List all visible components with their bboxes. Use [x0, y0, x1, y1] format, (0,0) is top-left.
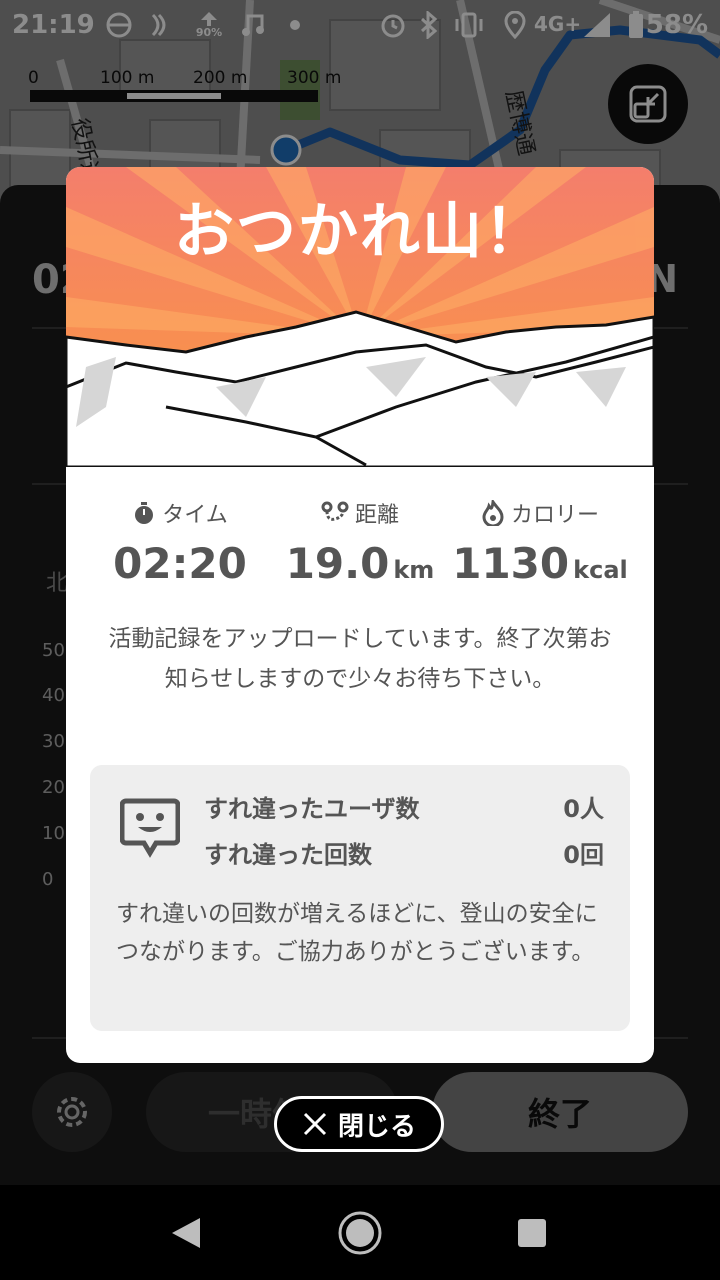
- passed-count-value: 0回: [563, 841, 604, 869]
- stat-time-label: タイム: [162, 503, 228, 528]
- passing-info-box: すれ違ったユーザ数 0人 すれ違った回数 0回 すれ違いの回数が増えるほどに、登…: [90, 765, 630, 1031]
- upload-message: 活動記録をアップロードしています。終了次第お知らせしますので少々お待ち下さい。: [108, 626, 612, 692]
- dialog-title: おつかれ山！: [174, 197, 546, 267]
- stat-calories-unit: kcal: [573, 556, 628, 584]
- passing-note: すれ違いの回数が増えるほどに、登山の安全につながります。ご協力ありがとうございま…: [116, 901, 598, 965]
- passed-users-label: すれ違ったユーザ数: [204, 795, 420, 823]
- recents-button[interactable]: [504, 1205, 560, 1261]
- summary-dialog: おつかれ山！ タイム 02:20 距離 19.0 km カロリー 1130 kcal…: [66, 167, 654, 1063]
- home-icon: [338, 1211, 382, 1255]
- recents-icon: [518, 1219, 546, 1247]
- stat-time-value: 02:20: [113, 539, 247, 588]
- passed-count-row: すれ違った回数 0回: [204, 835, 604, 870]
- route-icon: [321, 501, 349, 521]
- stat-calories: カロリー 1130 kcal: [440, 497, 640, 588]
- navigation-bar: [0, 1185, 720, 1280]
- passed-count-label: すれ違った回数: [204, 841, 372, 869]
- back-button[interactable]: [158, 1205, 214, 1261]
- close-button-label: 閉じる: [337, 1111, 416, 1142]
- home-button[interactable]: [332, 1205, 388, 1261]
- passed-users-row: すれ違ったユーザ数 0人: [204, 789, 604, 824]
- hero-illustration: おつかれ山！: [66, 167, 654, 467]
- stats-row: タイム 02:20 距離 19.0 km カロリー 1130 kcal: [66, 497, 654, 597]
- close-button[interactable]: 閉じる: [274, 1096, 444, 1152]
- stat-distance-unit: km: [393, 556, 435, 584]
- back-icon: [172, 1218, 200, 1248]
- stat-time: タイム 02:20: [80, 497, 280, 588]
- close-icon: [303, 1112, 327, 1136]
- stat-distance-label: 距離: [354, 503, 399, 528]
- stat-calories-value: 1130: [452, 539, 570, 588]
- stopwatch-icon: [135, 502, 154, 524]
- flame-icon: [482, 500, 504, 526]
- stat-calories-label: カロリー: [510, 503, 599, 528]
- passing-face-icon: [120, 798, 180, 858]
- passed-users-value: 0人: [563, 795, 604, 823]
- stat-distance: 距離 19.0 km: [260, 497, 460, 588]
- stat-distance-value: 19.0: [285, 539, 390, 588]
